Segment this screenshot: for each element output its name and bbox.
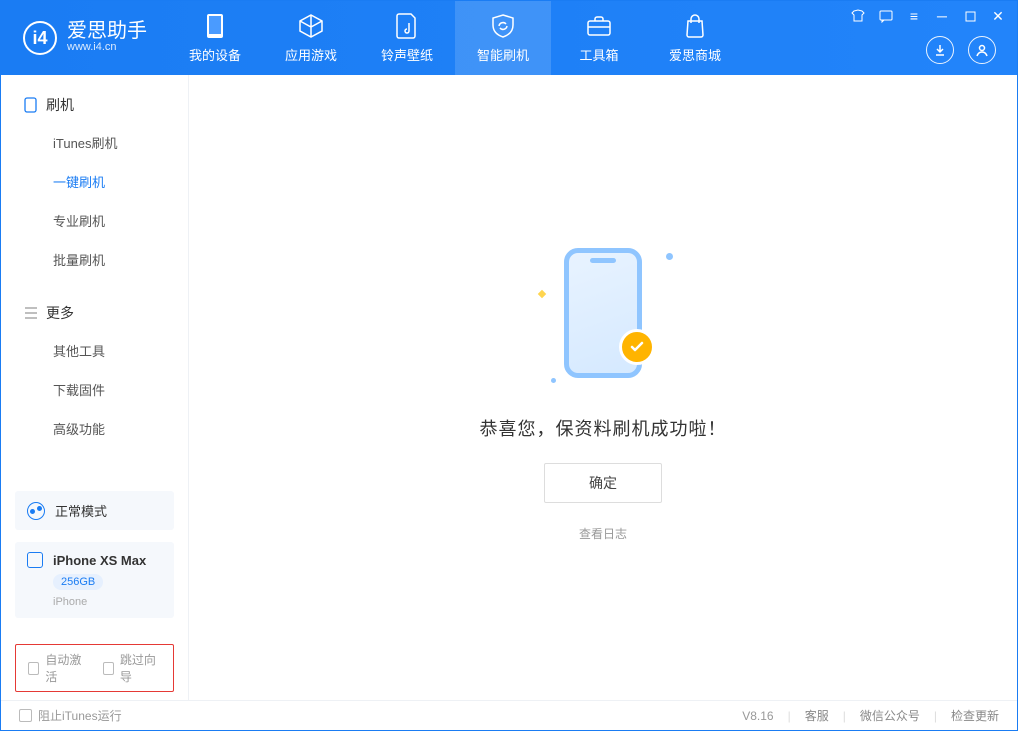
option-label: 阻止iTunes运行 bbox=[38, 707, 122, 724]
sidebar-item-itunes[interactable]: iTunes刷机 bbox=[1, 123, 188, 162]
nav-label: 工具箱 bbox=[579, 45, 618, 64]
nav-smart-flash[interactable]: 智能刷机 bbox=[455, 1, 551, 75]
option-label: 自动激活 bbox=[45, 651, 86, 685]
check-badge-icon bbox=[619, 329, 655, 365]
option-label: 跳过向导 bbox=[120, 651, 161, 685]
check-update-link[interactable]: 检查更新 bbox=[951, 707, 999, 724]
success-message: 恭喜您，保资料刷机成功啦！ bbox=[480, 415, 727, 441]
status-bar: 阻止iTunes运行 V8.16 | 客服 | 微信公众号 | 检查更新 bbox=[1, 700, 1017, 730]
nav-label: 铃声壁纸 bbox=[381, 45, 433, 64]
option-auto-activate[interactable]: 自动激活 bbox=[28, 651, 87, 685]
checkbox-icon bbox=[19, 709, 32, 722]
version-label: V8.16 bbox=[742, 709, 773, 723]
maximize-icon[interactable] bbox=[961, 7, 979, 25]
sidebar-item-download-fw[interactable]: 下载固件 bbox=[1, 370, 188, 409]
nav-mall[interactable]: 爱思商城 bbox=[647, 1, 743, 75]
sidebar-item-batch[interactable]: 批量刷机 bbox=[1, 240, 188, 279]
device-name: iPhone XS Max bbox=[53, 553, 146, 568]
list-icon bbox=[23, 306, 38, 321]
success-illustration bbox=[523, 233, 683, 393]
nav-label: 我的设备 bbox=[189, 45, 241, 64]
sidebar-section-flash: 刷机 bbox=[1, 89, 188, 123]
device-type: iPhone bbox=[53, 596, 87, 608]
shield-sync-icon bbox=[490, 13, 516, 39]
cube-icon bbox=[298, 13, 324, 39]
phone-outline-icon bbox=[23, 98, 38, 113]
feedback-icon[interactable] bbox=[877, 7, 895, 25]
minimize-icon[interactable]: ─ bbox=[933, 7, 951, 25]
phone-icon bbox=[202, 13, 228, 39]
checkbox-icon bbox=[28, 662, 39, 675]
device-card[interactable]: iPhone XS Max 256GB iPhone bbox=[15, 542, 174, 618]
close-icon[interactable]: ✕ bbox=[989, 7, 1007, 25]
section-label: 更多 bbox=[46, 303, 74, 323]
skin-icon[interactable] bbox=[849, 7, 867, 25]
nav-my-device[interactable]: 我的设备 bbox=[167, 1, 263, 75]
sidebar-item-pro[interactable]: 专业刷机 bbox=[1, 201, 188, 240]
option-skip-wizard[interactable]: 跳过向导 bbox=[103, 651, 162, 685]
bag-icon bbox=[682, 13, 708, 39]
app-name: 爱思助手 bbox=[67, 21, 147, 41]
checkbox-icon bbox=[103, 662, 114, 675]
logo-icon: i4 bbox=[23, 21, 57, 55]
device-capacity: 256GB bbox=[53, 574, 103, 590]
option-block-itunes[interactable]: 阻止iTunes运行 bbox=[19, 707, 122, 724]
mode-label: 正常模式 bbox=[55, 501, 107, 520]
view-log-link[interactable]: 查看日志 bbox=[579, 525, 627, 542]
sidebar-item-advanced[interactable]: 高级功能 bbox=[1, 409, 188, 448]
nav-label: 智能刷机 bbox=[477, 45, 529, 64]
app-url: www.i4.cn bbox=[67, 41, 147, 54]
nav-toolbox[interactable]: 工具箱 bbox=[551, 1, 647, 75]
sidebar-section-more: 更多 bbox=[1, 297, 188, 331]
music-file-icon bbox=[394, 13, 420, 39]
support-link[interactable]: 客服 bbox=[805, 707, 829, 724]
flash-options-highlight: 自动激活 跳过向导 bbox=[15, 644, 174, 692]
device-mode-card[interactable]: 正常模式 bbox=[15, 491, 174, 530]
nav-label: 爱思商城 bbox=[669, 45, 721, 64]
device-phone-icon bbox=[27, 552, 43, 568]
download-icon[interactable] bbox=[926, 36, 954, 64]
logo: i4 爱思助手 www.i4.cn bbox=[1, 1, 167, 75]
user-icon[interactable] bbox=[968, 36, 996, 64]
main-content: 恭喜您，保资料刷机成功啦！ 确定 查看日志 bbox=[189, 75, 1017, 700]
nav-apps[interactable]: 应用游戏 bbox=[263, 1, 359, 75]
toolbox-icon bbox=[586, 13, 612, 39]
mode-icon bbox=[27, 502, 45, 520]
nav-ringtones[interactable]: 铃声壁纸 bbox=[359, 1, 455, 75]
menu-icon[interactable]: ≡ bbox=[905, 7, 923, 25]
sidebar: 刷机 iTunes刷机 一键刷机 专业刷机 批量刷机 更多 其他工具 下载固件 … bbox=[1, 75, 189, 700]
main-nav: 我的设备 应用游戏 铃声壁纸 智能刷机 工具箱 爱思商城 bbox=[167, 1, 743, 75]
sidebar-item-oneclick[interactable]: 一键刷机 bbox=[1, 162, 188, 201]
sidebar-item-other-tools[interactable]: 其他工具 bbox=[1, 331, 188, 370]
ok-button[interactable]: 确定 bbox=[544, 463, 662, 503]
app-header: i4 爱思助手 www.i4.cn 我的设备 应用游戏 铃声壁纸 智能刷机 工具… bbox=[1, 1, 1017, 75]
nav-label: 应用游戏 bbox=[285, 45, 337, 64]
section-label: 刷机 bbox=[46, 95, 74, 115]
wechat-link[interactable]: 微信公众号 bbox=[860, 707, 920, 724]
